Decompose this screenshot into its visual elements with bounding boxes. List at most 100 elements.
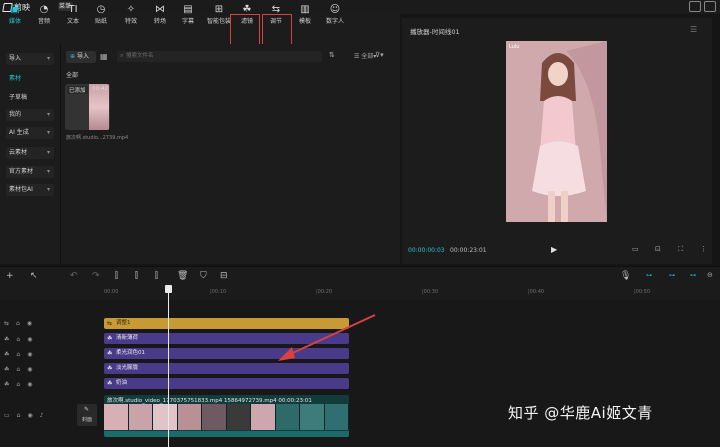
more-icon[interactable]: ⋮ — [700, 245, 707, 253]
nav-mine[interactable]: 我的 ▾ — [6, 109, 54, 121]
ratio-icon[interactable]: ▭ — [632, 245, 639, 253]
tool-effects[interactable]: ✧ 特效 — [116, 3, 146, 29]
filter-track-icon: ☘ — [4, 336, 10, 343]
frame-thumb — [300, 404, 325, 430]
undo-icon[interactable]: ↶ — [70, 271, 78, 281]
split-icon[interactable]: ⫿ — [115, 271, 118, 281]
eye-icon[interactable]: ◉ — [27, 351, 32, 358]
microphone-icon[interactable]: 🎙 — [620, 271, 631, 281]
clip-label: 清新薄荷 — [116, 335, 139, 341]
freeze-icon[interactable]: ⊟ — [220, 271, 228, 281]
zoom-icon[interactable]: ⊖ — [707, 271, 713, 279]
tool-label: 贴纸 — [94, 18, 107, 25]
player-title: 播放器-时间线01 — [410, 28, 460, 36]
split-left-icon[interactable]: ⫿ — [135, 271, 138, 281]
frame-thumb — [226, 404, 251, 430]
nav-pack-ai[interactable]: 素材包AI ▾ — [6, 184, 54, 196]
eye-icon[interactable]: ◉ — [27, 366, 32, 373]
link-toggle[interactable]: ⊶ — [669, 272, 675, 279]
lock-icon[interactable]: ⌂ — [16, 351, 20, 358]
nav-label: 子草稿 — [9, 94, 28, 101]
eye-icon[interactable]: ◉ — [27, 381, 32, 388]
tool-digital-human[interactable]: ☺ 数字人 — [320, 3, 350, 29]
nav-ai-generate[interactable]: AI 生成 ▾ — [6, 127, 54, 139]
digital-human-icon: ☺ — [329, 4, 341, 15]
tool-text[interactable]: TI 文本 — [58, 3, 88, 29]
chevron-down-icon: ▾ — [46, 111, 50, 118]
added-badge: 已添加 — [67, 86, 88, 94]
preview-toggle[interactable]: ⊶ — [690, 272, 696, 279]
media-panel — [60, 44, 400, 264]
import-button[interactable]: ⊕ 导入 — [66, 51, 96, 63]
eye-icon[interactable]: ◉ — [27, 336, 32, 343]
clip-frames — [104, 404, 349, 430]
mask-icon[interactable]: ⛉ — [200, 271, 207, 281]
audio-mute-icon[interactable]: ♪ — [40, 412, 44, 419]
select-tool-icon[interactable]: ↖ — [30, 271, 38, 281]
nav-official[interactable]: 官方素材 ▾ — [6, 166, 54, 178]
fullscreen-icon[interactable]: ⛶ — [678, 245, 683, 254]
total-time: 00:00:23:01 — [450, 247, 487, 254]
playhead-handle[interactable] — [165, 285, 172, 293]
main-video-clip[interactable]: 旅次啊.studio_video_1770375751833.mp4 15864… — [104, 395, 349, 437]
tool-label: 特效 — [124, 18, 137, 25]
layout-icon[interactable] — [689, 1, 701, 12]
nav-material[interactable]: 素材 — [9, 73, 21, 82]
chevron-down-icon: ▾ — [46, 55, 50, 62]
media-clip[interactable]: 已添加 00:42 — [65, 84, 110, 130]
frame-thumb — [177, 404, 202, 430]
window-icon[interactable] — [704, 1, 716, 12]
chevron-down-icon: ▾ — [46, 129, 50, 136]
tool-audio[interactable]: ◔ 音频 — [29, 3, 59, 29]
eye-icon[interactable]: ◉ — [27, 412, 32, 419]
player-menu-icon[interactable]: ☰ — [690, 25, 697, 34]
video-watermark: Lulu — [509, 44, 520, 50]
nav-sub-draft[interactable]: 子草稿 — [9, 92, 27, 101]
ruler-tick: |00:20 — [316, 289, 333, 295]
grid-view-icon[interactable]: ▦ — [100, 52, 108, 61]
add-track-icon[interactable]: + — [6, 271, 14, 281]
eye-icon[interactable]: ◉ — [27, 320, 32, 327]
snap-toggle[interactable]: ⊶ — [646, 272, 652, 279]
playhead[interactable] — [168, 286, 169, 447]
tool-subtitle[interactable]: ▤ 字幕 — [173, 3, 203, 29]
lock-icon[interactable]: ⌂ — [16, 336, 20, 343]
tool-sticker[interactable]: ◷ 贴纸 — [86, 3, 116, 29]
lock-icon[interactable]: ⌂ — [16, 366, 20, 373]
view-all-toggle[interactable]: ☰ 全部▾ — [354, 51, 376, 60]
tool-media[interactable]: ▣ 媒体 — [0, 3, 30, 29]
frame-thumb — [275, 404, 300, 430]
zhihu-watermark: 知乎 @华鹿Ai姬文青 — [508, 404, 653, 422]
lock-icon[interactable]: ⌂ — [17, 412, 21, 419]
edit-pen-icon: ✎ — [84, 406, 90, 413]
text-icon: TI — [68, 4, 78, 15]
play-button[interactable]: ▶ — [551, 245, 557, 254]
frame-thumb — [251, 404, 276, 430]
nav-cloud[interactable]: 云素材 ▾ — [6, 147, 54, 159]
search-input[interactable]: 搜索文件名 — [117, 51, 322, 62]
player-video: Lulu — [506, 41, 607, 222]
tool-label: 数字人 — [325, 18, 344, 25]
nav-import[interactable]: 导入 ▾ — [6, 53, 54, 65]
nav-label: 官方素材 — [9, 168, 34, 175]
media-icon: ▣ — [10, 4, 20, 15]
split-right-icon[interactable]: ⫿ — [155, 271, 158, 281]
lock-icon[interactable]: ⌂ — [16, 381, 20, 388]
screenshot-icon[interactable]: ⊡ — [655, 245, 661, 253]
filter-funnel-icon[interactable]: ⊽▾ — [375, 51, 384, 59]
audio-icon: ◔ — [39, 4, 49, 15]
tool-label: 智能包装 — [206, 18, 231, 25]
lock-icon[interactable]: ⌂ — [16, 320, 20, 327]
tool-template[interactable]: ▥ 模板 — [290, 3, 320, 29]
filter-clip-icon: ☘ — [107, 350, 113, 357]
redo-icon[interactable]: ↷ — [92, 271, 100, 281]
search-icon: ⌕ — [120, 52, 124, 59]
delete-icon[interactable]: 🗑 — [177, 271, 188, 281]
sort-icon[interactable]: ⇅ — [329, 51, 335, 59]
frame-thumb — [153, 404, 178, 430]
tool-label: 转场 — [153, 18, 166, 25]
frame-thumb — [128, 404, 153, 430]
tool-transition[interactable]: ⋈ 转场 — [145, 3, 175, 29]
filter-clip[interactable]: ☘ 奶油 — [104, 378, 349, 389]
filter-track-icon: ☘ — [4, 351, 10, 358]
